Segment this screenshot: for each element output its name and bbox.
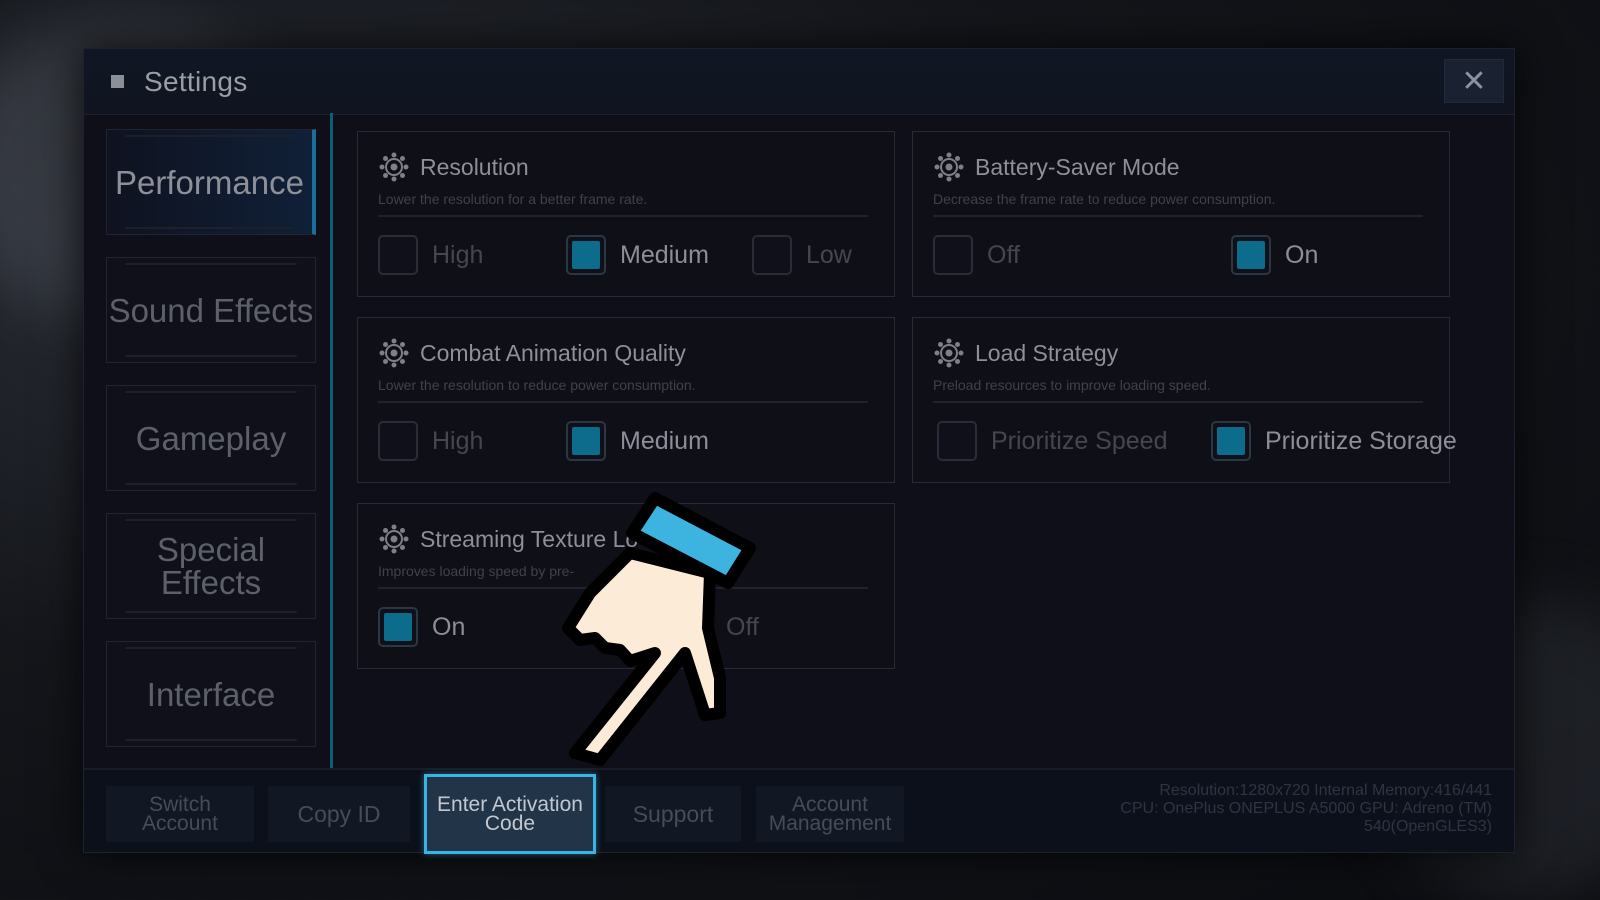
setting-card-load-strategy: Load Strategy Preload resources to impro…: [912, 317, 1457, 483]
setting-description: Decrease the frame rate to reduce power …: [933, 191, 1423, 217]
option-label: Medium: [620, 240, 709, 269]
sidebar-divider: [330, 113, 333, 799]
sidebar-item-performance[interactable]: Performance: [106, 129, 316, 235]
support-button[interactable]: Support: [605, 786, 741, 842]
option-on[interactable]: On: [1231, 235, 1318, 275]
button-label: Account Management: [768, 793, 892, 835]
sidebar-item-label: Special Effects: [156, 531, 266, 601]
checkbox-checked[interactable]: [378, 607, 418, 647]
close-button[interactable]: ✕: [1444, 59, 1504, 103]
checkbox[interactable]: [752, 235, 792, 275]
setting-title: Streaming Texture Lo: [420, 525, 639, 552]
button-label: Switch Account: [142, 793, 218, 835]
option-label: Off: [987, 240, 1020, 269]
setting-card-streaming-texture: Streaming Texture Lo Improves loading sp…: [357, 503, 895, 669]
option-label: High: [432, 426, 484, 455]
device-info-line: Resolution:1280x720 Internal Memory:416/…: [1159, 782, 1492, 799]
sidebar-item-sound-effects[interactable]: Sound Effects: [106, 257, 316, 363]
setting-card-battery-saver: Battery-Saver Mode Decrease the frame ra…: [912, 131, 1450, 297]
checkbox[interactable]: [672, 607, 712, 647]
checkbox[interactable]: [378, 421, 418, 461]
option-label: High: [432, 240, 484, 269]
option-on[interactable]: On: [378, 607, 465, 647]
settings-dialog: Settings ✕ Performance Sound Effects Gam…: [83, 48, 1515, 854]
option-medium[interactable]: Medium: [566, 235, 709, 275]
title-bar: Settings ✕: [84, 49, 1514, 115]
option-off[interactable]: Off: [672, 607, 759, 647]
setting-description: Preload resources to improve loading spe…: [933, 377, 1423, 403]
checkbox-checked[interactable]: [566, 235, 606, 275]
switch-account-button[interactable]: Switch Account: [106, 786, 254, 842]
gear-icon: [379, 338, 409, 368]
option-label: On: [1285, 240, 1319, 269]
option-label: Off: [726, 612, 759, 641]
gear-icon: [934, 152, 964, 182]
option-label: Prioritize Storage: [1265, 426, 1457, 455]
sidebar-item-interface[interactable]: Interface: [106, 641, 316, 747]
setting-description: Lower the resolution for a better frame …: [378, 191, 868, 217]
gear-icon: [379, 152, 409, 182]
checkbox[interactable]: [378, 235, 418, 275]
setting-card-resolution: Resolution Lower the resolution for a be…: [357, 131, 895, 297]
option-prioritize-speed[interactable]: Prioritize Speed: [937, 421, 1167, 461]
button-label: Support: [632, 800, 714, 827]
device-info-line: 540(OpenGLES3): [1363, 818, 1492, 835]
setting-title: Load Strategy: [975, 339, 1119, 366]
option-label: Low: [806, 240, 852, 269]
sidebar-item-label: Interface: [146, 675, 276, 713]
setting-title: Combat Animation Quality: [420, 339, 686, 366]
dialog-title: Settings: [144, 65, 248, 97]
option-high[interactable]: High: [378, 235, 483, 275]
option-off[interactable]: Off: [933, 235, 1020, 275]
setting-title: Resolution: [420, 153, 529, 180]
settings-sidebar: Performance Sound Effects Gameplay Speci…: [106, 129, 316, 769]
enter-activation-code-button[interactable]: Enter Activation Code: [424, 774, 596, 854]
button-label: Copy ID: [297, 800, 381, 827]
sidebar-item-gameplay[interactable]: Gameplay: [106, 385, 316, 491]
option-label: Prioritize Speed: [991, 426, 1168, 455]
option-medium[interactable]: Medium: [566, 421, 709, 461]
device-info-line: CPU: OnePlus ONEPLUS A5000 GPU: Adreno (…: [1120, 800, 1492, 817]
option-label: On: [432, 612, 466, 641]
checkbox-checked[interactable]: [1211, 421, 1251, 461]
sidebar-item-label: Sound Effects: [108, 291, 314, 329]
sidebar-item-label: Gameplay: [135, 419, 287, 457]
option-high[interactable]: High: [378, 421, 483, 461]
close-icon: ✕: [1461, 64, 1487, 98]
option-low[interactable]: Low: [752, 235, 852, 275]
account-management-button[interactable]: Account Management: [756, 786, 904, 842]
setting-description: Improves loading speed by pre- on textur…: [378, 563, 868, 589]
copy-id-button[interactable]: Copy ID: [268, 786, 410, 842]
bottom-bar: Switch Account Copy ID Enter Activation …: [84, 768, 1514, 854]
setting-card-combat-animation: Combat Animation Quality Lower the resol…: [357, 317, 895, 483]
button-label: Enter Activation Code: [437, 793, 583, 835]
sidebar-item-special-effects[interactable]: Special Effects: [106, 513, 316, 619]
checkbox[interactable]: [933, 235, 973, 275]
checkbox-checked[interactable]: [1231, 235, 1271, 275]
sidebar-item-label: Performance: [115, 163, 304, 201]
setting-title: Battery-Saver Mode: [975, 153, 1180, 180]
setting-description: Lower the resolution to reduce power con…: [378, 377, 868, 403]
option-label: Medium: [620, 426, 709, 455]
window-icon: [111, 75, 124, 88]
checkbox-checked[interactable]: [566, 421, 606, 461]
gear-icon: [934, 338, 964, 368]
gear-icon: [379, 524, 409, 554]
checkbox[interactable]: [937, 421, 977, 461]
option-prioritize-storage[interactable]: Prioritize Storage: [1211, 421, 1457, 461]
device-info: Resolution:1280x720 Internal Memory:416/…: [1052, 782, 1492, 836]
